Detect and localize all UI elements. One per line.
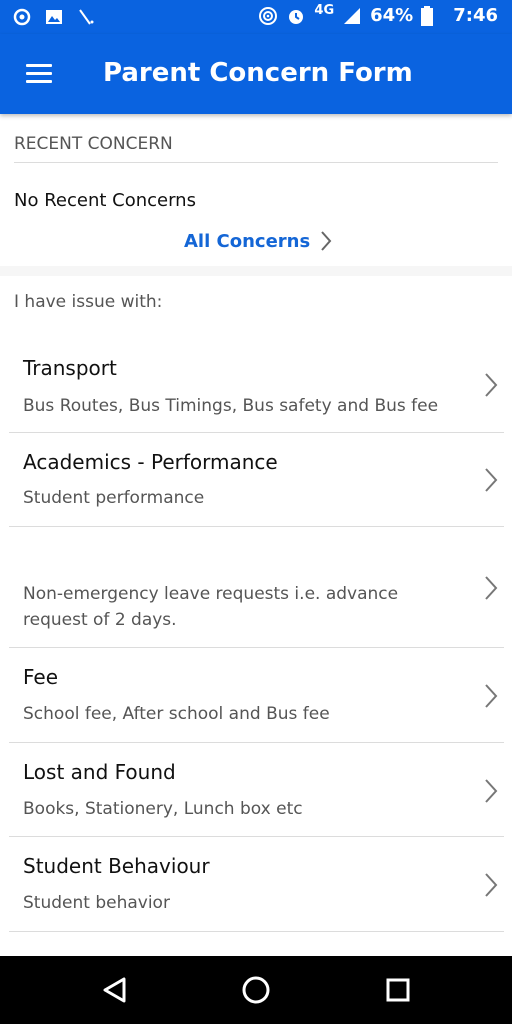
notification-icons (12, 7, 96, 27)
recent-concern-header: RECENT CONCERN (14, 134, 173, 154)
app-bar: Parent Concern Form (0, 34, 512, 114)
recents-button[interactable] (378, 970, 418, 1010)
all-concerns-label: All Concerns (184, 230, 311, 252)
image-icon (46, 10, 62, 24)
chevron-right-icon (485, 576, 498, 600)
chevron-right-icon (485, 779, 498, 803)
issue-item-academics[interactable]: Academics - Performance Student performa… (0, 433, 512, 527)
item-subtitle: Student behavior (23, 893, 170, 913)
signal-icon (344, 7, 361, 24)
item-subtitle: Bus Routes, Bus Timings, Bus safety and … (23, 396, 439, 416)
issue-item-transport[interactable]: Transport Bus Routes, Bus Timings, Bus s… (0, 339, 512, 433)
main-content[interactable]: RECENT CONCERN No Recent Concerns All Co… (0, 114, 512, 956)
battery-icon (421, 5, 434, 26)
item-title: Fee (23, 665, 59, 689)
data-saver-icon (13, 8, 31, 26)
home-button[interactable] (236, 970, 276, 1010)
item-subtitle: Non-emergency leave requests i.e. advanc… (23, 584, 399, 630)
chevron-right-icon (485, 373, 498, 397)
item-title: Academics - Performance (23, 450, 278, 474)
chevron-right-icon (485, 873, 498, 897)
chevron-right-icon (321, 231, 332, 251)
item-subtitle: Student performance (23, 488, 205, 508)
signal-off-icon (79, 9, 94, 25)
battery-percent: 64% (370, 5, 414, 26)
hotspot-icon (259, 6, 278, 25)
section-separator (0, 266, 512, 276)
divider (9, 931, 504, 932)
item-subtitle: Books, Stationery, Lunch box etc (23, 799, 303, 819)
divider (14, 162, 498, 163)
back-triangle-icon (103, 977, 126, 1003)
back-button[interactable] (95, 970, 135, 1010)
issue-item-leave[interactable]: Non-emergency leave requests i.e. advanc… (0, 527, 512, 647)
home-circle-icon (242, 976, 270, 1004)
item-title: Lost and Found (23, 760, 176, 784)
network-type: 4G (314, 3, 335, 18)
system-nav-bar (0, 956, 512, 1024)
chevron-right-icon (485, 684, 498, 708)
issue-item-student-behaviour[interactable]: Student Behaviour Student behavior (0, 837, 512, 931)
menu-button[interactable] (22, 60, 56, 88)
item-title: Transport (23, 356, 117, 380)
item-subtitle: School fee, After school and Bus fee (23, 704, 330, 724)
clock: 7:46 (453, 5, 498, 26)
recents-square-icon (386, 978, 410, 1002)
item-title: Student Behaviour (23, 854, 210, 878)
issue-item-fee[interactable]: Fee School fee, After school and Bus fee (0, 648, 512, 742)
issue-prompt: I have issue with: (14, 292, 163, 312)
alarm-icon (289, 9, 304, 24)
status-bar: 4G 64% 7:46 (0, 0, 512, 34)
chevron-right-icon (485, 468, 498, 492)
status-right: 4G 64% 7:46 (258, 3, 498, 26)
issue-item-lost-found[interactable]: Lost and Found Books, Stationery, Lunch … (0, 743, 512, 837)
all-concerns-link[interactable]: All Concerns (184, 230, 332, 252)
no-recent-text: No Recent Concerns (14, 190, 196, 211)
page-title: Parent Concern Form (103, 58, 413, 88)
